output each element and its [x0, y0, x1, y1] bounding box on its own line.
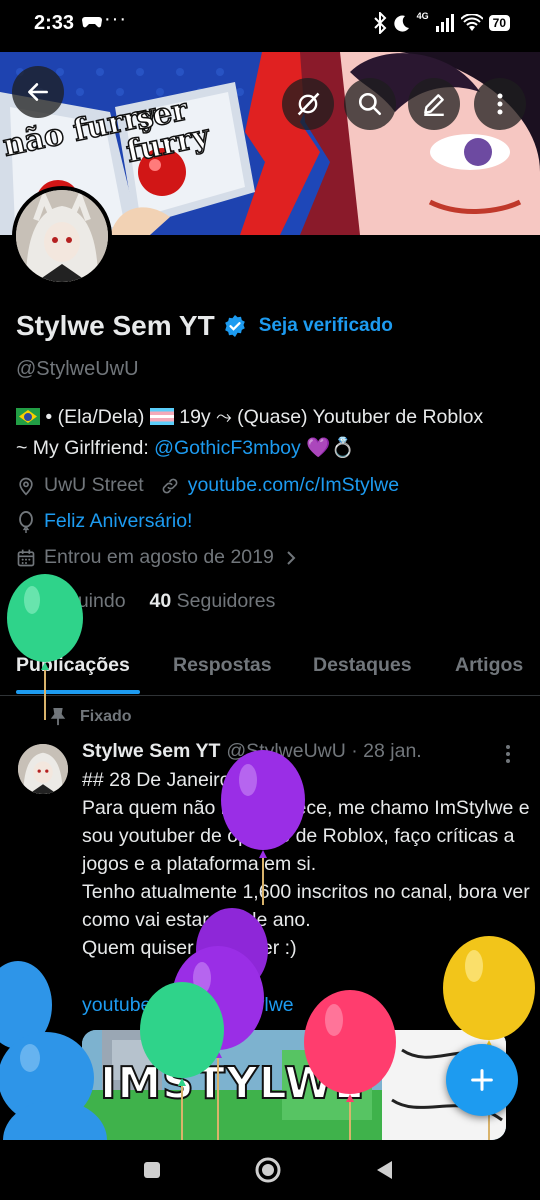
- bluetooth-icon: [373, 12, 387, 34]
- profile-website-link[interactable]: youtube.com/c/ImStylwe: [188, 474, 399, 497]
- location-icon: [19, 477, 33, 496]
- tab-destaques[interactable]: Destaques: [313, 654, 412, 677]
- profile-handle: @StylweUwU: [16, 358, 139, 380]
- more-button[interactable]: [474, 78, 526, 130]
- back-triangle-icon: [377, 1161, 392, 1179]
- post-avatar-image: [18, 744, 68, 794]
- gamepad-icon: [82, 17, 102, 28]
- profile-joined: Entrou em agosto de 2019: [44, 546, 274, 568]
- dnd-moon-icon: [393, 15, 409, 32]
- profile-joined-row[interactable]: Entrou em agosto de 2019: [16, 546, 306, 569]
- verified-badge-icon: [224, 315, 245, 337]
- calendar-icon: [17, 549, 35, 566]
- bio-girlfriend-label: ~ My Girlfriend:: [16, 437, 149, 459]
- tab-artigos[interactable]: Artigos: [455, 654, 523, 677]
- more-vertical-icon: [497, 93, 503, 115]
- post-author-meta: @StylweUwU · 28 jan.: [226, 740, 422, 762]
- pinned-label-row: Fixado: [50, 708, 132, 726]
- follow-stats: 48 Seguindo 40 Seguidores: [16, 590, 275, 613]
- trans-flag-icon: [149, 408, 174, 425]
- active-tab-indicator: [16, 690, 140, 694]
- post-media[interactable]: IMSTYLWE: [82, 1030, 506, 1140]
- signal-icon: [435, 14, 454, 32]
- nav-back-button[interactable]: [368, 1154, 400, 1186]
- followers-count: 40: [149, 590, 172, 612]
- more-vertical-icon: [506, 745, 510, 763]
- bio-mention-link[interactable]: @GothicF3mboy: [154, 437, 301, 459]
- nav-home-button[interactable]: [252, 1154, 284, 1186]
- home-icon: [255, 1157, 281, 1183]
- grok-icon: [297, 92, 320, 116]
- brazil-flag-icon: [16, 408, 40, 425]
- profile-tabs: Publicações Respostas Destaques Artigos: [0, 640, 540, 696]
- pin-icon: [50, 708, 66, 726]
- following-label: Seguindo: [43, 590, 126, 612]
- avatar-image: [16, 190, 108, 282]
- profile-name-row: Stylwe Sem YT Seja verificado: [16, 310, 393, 342]
- battery-level: 70: [488, 15, 510, 31]
- bio-description: 19y ⤳ (Quase) Youtuber de Roblox: [179, 406, 484, 428]
- pinned-label: Fixado: [80, 708, 132, 725]
- following-link[interactable]: 48 Seguindo: [16, 590, 126, 613]
- bio-pronouns: • (Ela/Dela): [45, 406, 145, 428]
- post-text: ## 28 De Janeiro Para quem não me conhec…: [82, 769, 530, 959]
- balloon-blue-2: [0, 1032, 94, 1124]
- balloon-icon: [19, 510, 33, 533]
- back-button[interactable]: [12, 66, 64, 118]
- following-count: 48: [16, 590, 38, 612]
- post-header: Stylwe Sem YT @StylweUwU · 28 jan.: [82, 740, 422, 763]
- tab-publicacoes[interactable]: Publicações: [16, 654, 130, 677]
- profile-avatar[interactable]: [12, 186, 112, 286]
- profile-location: UwU Street: [44, 474, 144, 496]
- search-button[interactable]: [344, 78, 396, 130]
- post-link[interactable]: youtube.com/@imstylwe: [82, 994, 294, 1017]
- network-type: 4G: [416, 11, 429, 21]
- profile-birthday[interactable]: Feliz Aniversário!: [44, 510, 192, 533]
- edit-button[interactable]: [408, 78, 460, 130]
- profile-bio: • (Ela/Dela) 19y ⤳ (Quase) Youtuber de R…: [16, 402, 536, 464]
- status-bar: 2:33 ··· 4G 70: [0, 0, 540, 50]
- balloon-blue-1: [0, 961, 52, 1140]
- status-more: ···: [104, 8, 127, 30]
- post-author-name[interactable]: Stylwe Sem YT: [82, 740, 220, 763]
- plus-icon: [471, 1069, 493, 1091]
- followers-link[interactable]: 40 Seguidores: [150, 590, 276, 613]
- bio-emoji: 💜💍: [306, 437, 355, 459]
- profile-location-row: UwU Street youtube.com/c/ImStylwe: [16, 474, 399, 497]
- post-media-title: IMSTYLWE: [99, 1057, 365, 1110]
- system-nav-bar: [0, 1140, 540, 1200]
- compose-button[interactable]: [446, 1044, 518, 1116]
- tab-respostas[interactable]: Respostas: [173, 654, 272, 677]
- wifi-icon: [460, 14, 483, 31]
- link-icon: [162, 478, 178, 493]
- followers-label: Seguidores: [176, 590, 276, 612]
- edit-icon: [424, 94, 444, 117]
- status-time: 2:33: [34, 12, 75, 34]
- nav-recents-button[interactable]: [136, 1154, 168, 1186]
- recents-icon: [144, 1162, 160, 1178]
- grok-button[interactable]: [282, 78, 334, 130]
- post-author-avatar[interactable]: [18, 744, 68, 794]
- search-icon: [358, 92, 382, 116]
- chevron-right-icon: [287, 550, 296, 565]
- arrow-left-icon: [28, 83, 48, 101]
- profile-name: Stylwe Sem YT: [16, 310, 215, 341]
- get-verified-link[interactable]: Seja verificado: [259, 315, 393, 337]
- profile-birthday-row: Feliz Aniversário!: [16, 510, 192, 533]
